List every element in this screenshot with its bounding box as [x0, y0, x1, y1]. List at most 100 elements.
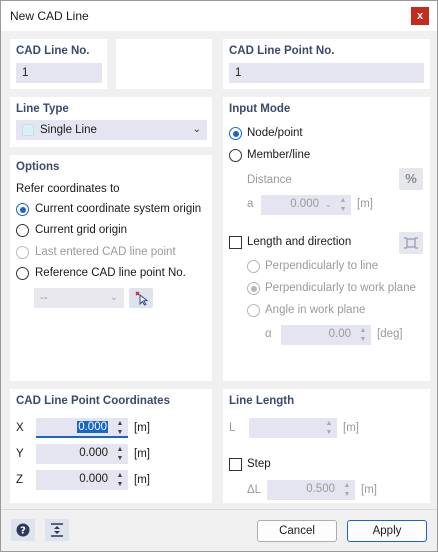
perp-plane-label: Perpendicularly to work plane	[265, 282, 416, 294]
cad-line-point-no-title: CAD Line Point No.	[229, 45, 335, 57]
swap-arrows-icon	[404, 237, 418, 249]
swap-direction-button[interactable]	[399, 232, 423, 254]
help-icon: ?	[16, 523, 30, 537]
x-input[interactable]: 0.000 ▲ ▼	[36, 418, 128, 438]
a-value: 0.000	[290, 198, 319, 210]
align-center-icon	[51, 523, 63, 537]
coordinates-title: CAD Line Point Coordinates	[16, 395, 170, 407]
z-value: 0.000	[79, 473, 108, 485]
options-title: Options	[16, 161, 60, 173]
angle-plane-label: Angle in work plane	[265, 304, 366, 316]
close-button[interactable]: x	[411, 7, 429, 25]
radio-perp-plane[interactable]	[247, 282, 260, 295]
line-type-select[interactable]: Single Line ⌄	[16, 120, 207, 140]
chevron-down-icon: ⌄	[109, 292, 118, 303]
input-mode-panel: Input Mode Node/point Member/line Distan…	[223, 97, 430, 381]
distance-label: Distance	[247, 174, 292, 186]
chevron-down-icon: ⌄	[192, 124, 201, 135]
line-length-panel: Line Length L ▲ ▼ [m] Step ΔL 0.500 ▲ ▼ [m…	[223, 389, 430, 503]
last-cad-point-label: Last entered CAD line point	[35, 246, 176, 258]
z-unit: [m]	[134, 474, 150, 486]
line-length-title: Line Length	[229, 395, 295, 407]
line-type-value: Single Line	[40, 124, 97, 136]
alpha-value: 0.00	[328, 328, 351, 340]
member-line-label: Member/line	[247, 149, 311, 161]
step-label: Step	[247, 458, 271, 470]
delta-l-input[interactable]: 0.500 ▲ ▼	[267, 480, 355, 500]
a-unit: [m]	[357, 198, 373, 210]
reference-point-value: --	[40, 292, 48, 304]
cad-line-no-title: CAD Line No.	[16, 45, 90, 57]
l-unit: [m]	[343, 422, 359, 434]
cad-line-no-panel: CAD Line No. 1	[10, 39, 107, 89]
spinner-arrows-icon: ▲ ▼	[116, 420, 124, 436]
radio-angle-plane[interactable]	[247, 304, 260, 317]
radio-grid-origin[interactable]	[16, 224, 29, 237]
radio-node-point[interactable]	[229, 127, 242, 140]
radio-reference-cad-point[interactable]	[16, 267, 29, 280]
pick-cursor-icon	[135, 291, 149, 306]
options-panel: Options Refer coordinates to Current coo…	[10, 155, 212, 381]
length-direction-checkbox[interactable]	[229, 236, 242, 249]
perp-line-label: Perpendicularly to line	[265, 260, 379, 272]
spinner-arrows-icon: ▲ ▼	[325, 420, 333, 436]
title-bar: New CAD Line x	[1, 1, 437, 31]
pick-from-model-button[interactable]	[45, 519, 69, 541]
spinner-arrows-icon: ▲ ▼	[116, 472, 124, 488]
input-mode-title: Input Mode	[229, 103, 291, 115]
y-unit: [m]	[134, 448, 150, 460]
y-label: Y	[16, 448, 24, 460]
radio-coord-system-origin[interactable]	[16, 203, 29, 216]
coordinates-panel: CAD Line Point Coordinates X 0.000 ▲ ▼ [m…	[10, 389, 212, 503]
svg-text:?: ?	[20, 526, 26, 537]
line-type-swatch-icon	[22, 124, 34, 136]
x-value: 0.000	[77, 421, 108, 433]
spinner-arrows-icon: ▲ ▼	[359, 327, 367, 343]
pick-point-button[interactable]	[129, 288, 153, 308]
delta-l-value: 0.500	[306, 483, 335, 495]
radio-perp-line[interactable]	[247, 260, 260, 273]
z-input[interactable]: 0.000 ▲ ▼	[36, 470, 128, 490]
cad-line-point-no-input[interactable]: 1	[229, 63, 424, 83]
alpha-input[interactable]: 0.00 ▲ ▼	[281, 325, 371, 345]
delta-l-unit: [m]	[361, 484, 377, 496]
empty-panel	[116, 39, 212, 89]
length-direction-label: Length and direction	[247, 236, 352, 248]
spinner-arrows-icon: ▲ ▼	[116, 446, 124, 462]
alpha-unit: [deg]	[377, 328, 403, 340]
alpha-label: α	[265, 328, 272, 340]
x-label: X	[16, 422, 24, 434]
grid-origin-label: Current grid origin	[35, 224, 128, 236]
cad-line-point-no-panel: CAD Line Point No. 1	[223, 39, 430, 89]
spinner-arrows-icon: ▲ ▼	[343, 482, 351, 498]
reference-point-dropdown[interactable]: -- ⌄	[34, 288, 124, 308]
apply-button[interactable]: Apply	[347, 520, 427, 542]
help-button[interactable]: ?	[11, 519, 35, 541]
chevron-down-icon: ⌄	[324, 199, 332, 209]
percent-button[interactable]: %	[399, 168, 423, 190]
l-input[interactable]: ▲ ▼	[249, 418, 337, 438]
y-input[interactable]: 0.000 ▲ ▼	[36, 444, 128, 464]
footer-divider	[1, 509, 437, 510]
reference-cad-point-label: Reference CAD line point No.	[35, 267, 186, 279]
refer-coordinates-label: Refer coordinates to	[16, 183, 120, 195]
cad-line-no-input[interactable]: 1	[16, 63, 102, 83]
z-label: Z	[16, 474, 24, 486]
y-value: 0.000	[79, 447, 108, 459]
coord-system-origin-label: Current coordinate system origin	[35, 203, 202, 215]
spinner-arrows-icon: ▲ ▼	[339, 197, 347, 213]
radio-last-cad-point[interactable]	[16, 246, 29, 259]
line-type-panel: Line Type Single Line ⌄	[10, 97, 212, 147]
delta-l-label: ΔL	[247, 484, 262, 496]
a-input[interactable]: 0.000 ⌄ ▲ ▼	[261, 195, 351, 215]
window-title: New CAD Line	[10, 9, 89, 23]
radio-member-line[interactable]	[229, 149, 242, 162]
x-unit: [m]	[134, 422, 150, 434]
a-label: a	[247, 198, 254, 210]
node-point-label: Node/point	[247, 127, 303, 139]
cancel-button[interactable]: Cancel	[257, 520, 337, 542]
step-checkbox[interactable]	[229, 458, 242, 471]
l-label: L	[229, 422, 236, 434]
dialog-window: New CAD Line x CAD Line No. 1 CAD Line P…	[0, 0, 438, 552]
line-type-title: Line Type	[16, 103, 69, 115]
